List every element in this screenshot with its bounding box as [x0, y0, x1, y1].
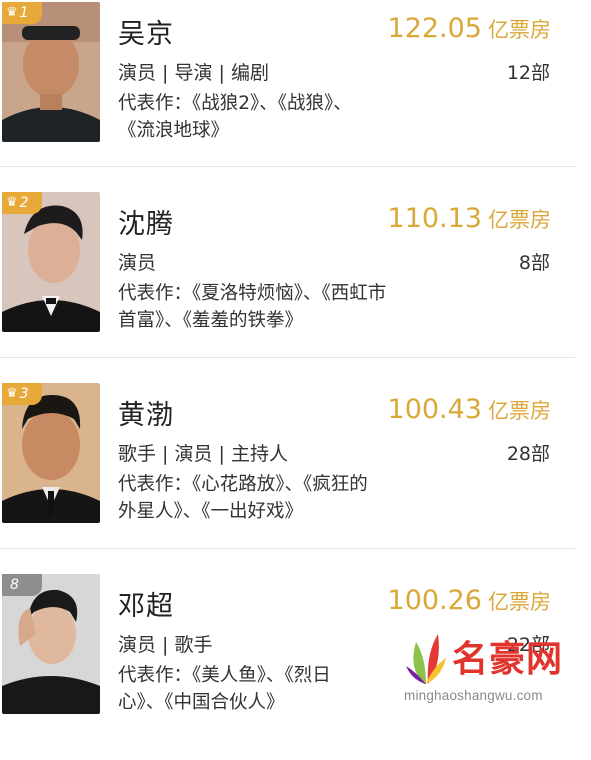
actor-name[interactable]: 邓超 [118, 584, 174, 623]
box-office-unit: 亿票房 [488, 208, 551, 232]
box-office-unit: 亿票房 [488, 590, 551, 614]
divider [0, 166, 575, 167]
box-office: 100.26 亿票房 [388, 586, 551, 619]
works-line: 《流浪地球》 [118, 120, 230, 141]
rank-number: 2 [19, 195, 29, 211]
actor-card[interactable]: ♛ 1 吴京 122.05 亿票房 演员 | 导演 | 编剧 12部 代表作：《战… [0, 2, 591, 188]
rank-number: 1 [19, 5, 29, 21]
rank-badge: 8 [2, 574, 42, 596]
film-count: 28部 [506, 443, 550, 465]
box-office: 122.05 亿票房 [388, 14, 551, 47]
representative-works: 代表作：《战狼2》、《战狼》、 《流浪地球》 [118, 90, 478, 144]
actor-card[interactable]: ♛ 3 黄渤 100.43 亿票房 歌手 | 演员 | 主持人 28部 代表作：《… [0, 383, 591, 569]
rank-badge: ♛ 1 [2, 2, 42, 24]
actor-roles: 演员 | 歌手 [118, 634, 213, 656]
box-office-value: 122.05 [387, 13, 482, 44]
works-line: 代表作：《战狼2》、《战狼》、 [118, 93, 352, 114]
rank-badge: ♛ 2 [2, 192, 42, 214]
rank-badge: ♛ 3 [2, 383, 42, 405]
box-office-unit: 亿票房 [488, 18, 551, 42]
actor-card[interactable]: ♛ 2 沈腾 110.13 亿票房 演员 8部 代表作：《夏洛特烦恼》、《西虹市 … [0, 192, 591, 378]
watermark-name: 名豪网 [452, 639, 564, 680]
works-line: 外星人》、《一出好戏》 [118, 501, 304, 522]
box-office-unit: 亿票房 [488, 399, 551, 423]
box-office: 110.13 亿票房 [388, 204, 551, 237]
rank-number: 3 [19, 386, 29, 402]
box-office-value: 110.13 [387, 203, 482, 234]
representative-works: 代表作：《心花路放》、《疯狂的 外星人》、《一出好戏》 [118, 471, 478, 525]
divider [0, 357, 575, 358]
actor-roles: 演员 | 导演 | 编剧 [118, 62, 269, 84]
actor-name[interactable]: 沈腾 [118, 202, 174, 241]
works-line: 代表作：《夏洛特烦恼》、《西虹市 [118, 283, 387, 304]
works-line: 代表作：《心花路放》、《疯狂的 [118, 474, 368, 495]
actor-name[interactable]: 黄渤 [118, 393, 174, 432]
box-office: 100.43 亿票房 [388, 395, 551, 428]
box-office-value: 100.26 [387, 585, 482, 616]
leaf-logo-icon [406, 634, 446, 684]
crown-icon: ♛ [6, 386, 18, 401]
works-line: 首富》、《羞羞的铁拳》 [118, 310, 304, 331]
representative-works: 代表作：《夏洛特烦恼》、《西虹市 首富》、《羞羞的铁拳》 [118, 280, 478, 334]
film-count: 12部 [506, 62, 550, 84]
actor-roles: 演员 [118, 252, 157, 274]
watermark: 名豪网 minghaoshangwu.com [400, 626, 591, 720]
crown-icon: ♛ [6, 195, 18, 210]
actor-roles: 歌手 | 演员 | 主持人 [118, 443, 288, 465]
divider [0, 548, 575, 549]
box-office-value: 100.43 [387, 394, 482, 425]
film-count: 8部 [518, 252, 550, 274]
rank-number: 8 [10, 577, 19, 593]
crown-icon: ♛ [6, 5, 18, 20]
actor-name[interactable]: 吴京 [118, 12, 174, 51]
watermark-url: minghaoshangwu.com [404, 688, 543, 703]
